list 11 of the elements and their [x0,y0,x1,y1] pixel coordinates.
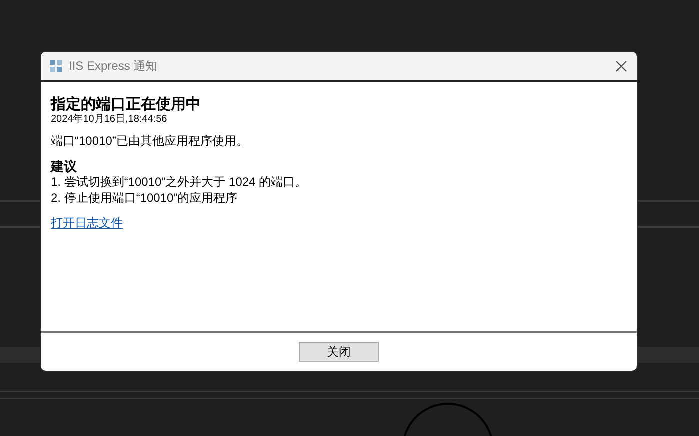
open-log-link[interactable]: 打开日志文件 [51,216,123,231]
dialog-heading: 指定的端口正在使用中 [51,96,202,114]
timestamp: 2024年10月16日,18:44:56 [51,114,168,126]
app-icon [49,59,63,73]
suggestions-heading: 建议 [51,159,78,174]
suggestion-item: 2. 停止使用端口“10010”的应用程序 [51,190,239,206]
suggestion-item: 1. 尝试切换到“10010”之外并大于 1024 的端口。 [51,174,308,190]
message-text: 端口“10010”已由其他应用程序使用。 [51,134,250,149]
window-title: IIS Express 通知 [69,58,158,75]
close-button[interactable]: 关闭 [299,342,379,362]
close-icon[interactable] [616,60,627,72]
